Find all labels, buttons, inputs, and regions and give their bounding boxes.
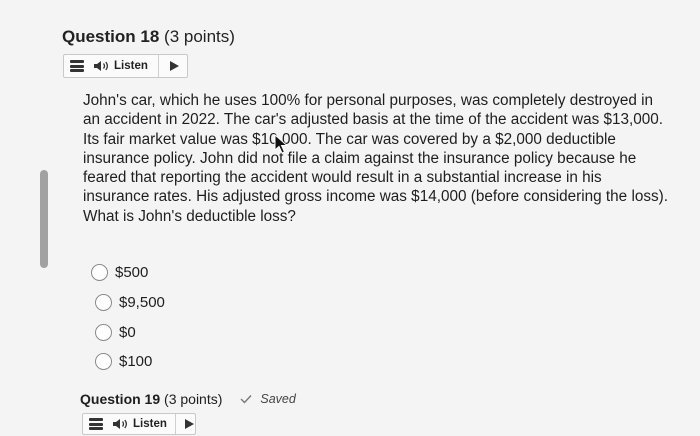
question-points: (3 points) [164,391,223,407]
question-19-header: Question 19 (3 points) Saved [80,391,296,407]
radio-button[interactable] [95,294,112,312]
speaker-icon [94,61,109,71]
option-label: $100 [119,353,153,371]
option-label: $9,500 [119,294,165,312]
listen-label: Listen [114,60,148,72]
listen-toolbar: Listen [82,413,196,435]
menu-icon[interactable] [89,418,103,430]
question-number: Question 18 [62,27,160,46]
answer-option[interactable]: $500 [91,258,165,288]
answer-option[interactable]: $0 [95,317,165,347]
radio-button[interactable] [91,264,108,282]
question-points: (3 points) [164,27,235,46]
radio-button[interactable] [95,353,112,371]
saved-status: Saved [260,392,296,406]
answer-option[interactable]: $100 [95,347,165,377]
answer-options: $500 $9,500 $0 $100 [91,258,165,377]
speaker-icon [113,419,128,429]
quiz-page: Question 18 (3 points) Listen John's car… [0,0,700,436]
toolbar-divider [157,55,159,77]
menu-icon[interactable] [70,60,84,72]
listen-button[interactable]: Listen [93,60,148,72]
check-icon [240,395,252,404]
scrollbar-thumb[interactable] [40,170,48,268]
listen-label: Listen [133,418,167,430]
option-label: $0 [119,323,136,341]
question-19-title: Question 19 (3 points) [80,391,222,407]
listen-button[interactable]: Listen [112,418,167,430]
radio-button[interactable] [95,323,112,341]
option-label: $500 [115,264,149,282]
play-icon[interactable] [169,61,179,71]
toolbar-divider [174,414,176,434]
question-number: Question 19 [80,391,161,407]
question-18-text: John's car, which he uses 100% for perso… [83,92,668,225]
listen-toolbar: Listen [63,54,188,78]
play-icon[interactable] [184,419,194,429]
answer-option[interactable]: $9,500 [95,288,165,318]
mouse-cursor-icon [274,134,289,154]
question-18-title: Question 18 (3 points) [62,27,235,47]
